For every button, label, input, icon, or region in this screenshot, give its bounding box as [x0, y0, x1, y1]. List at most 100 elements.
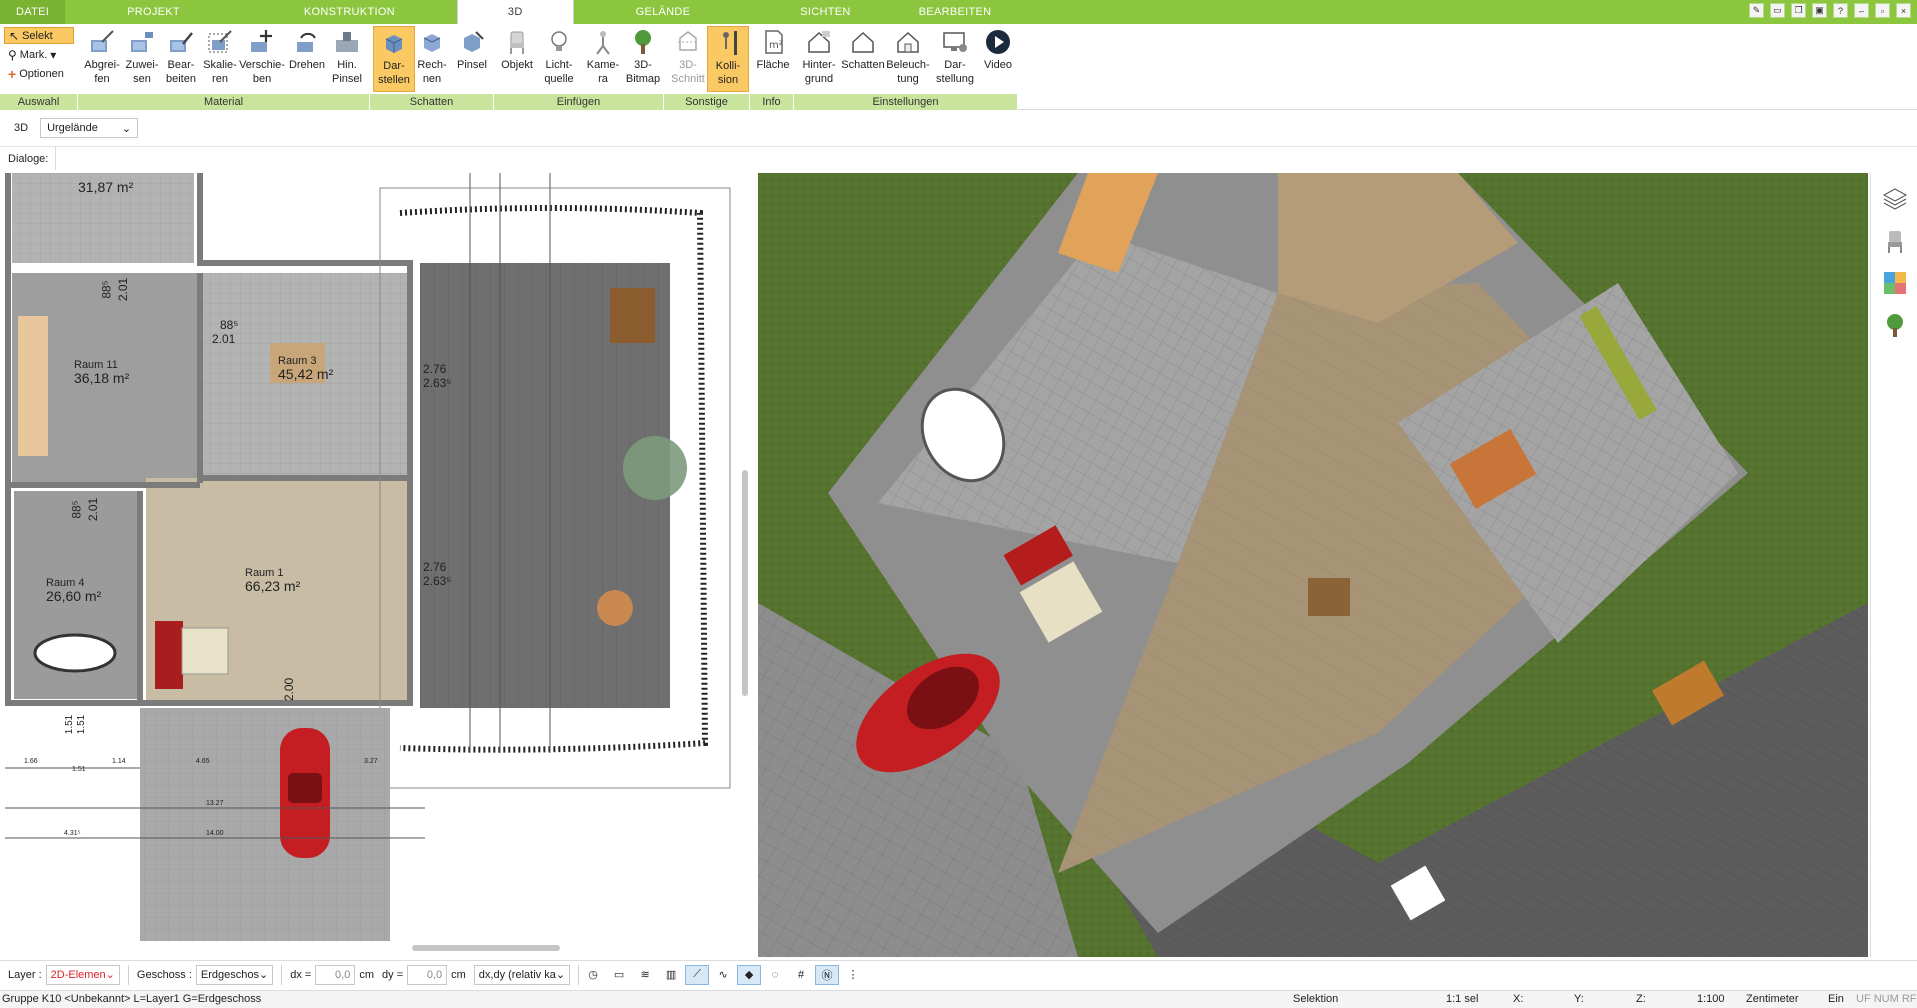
close-icon[interactable]: × — [1896, 3, 1911, 18]
status-z: Z: — [1636, 993, 1646, 1005]
clock-icon[interactable]: ◷ — [581, 965, 605, 985]
room-4-area: 26,60 m² — [46, 588, 102, 604]
dimension-label: 2.00 — [282, 677, 297, 702]
darstellen-label: Dar- stellen — [378, 60, 410, 86]
abgreifen-button[interactable]: Abgrei- fen — [81, 26, 123, 92]
status-selection: 1:1 sel — [1446, 993, 1479, 1005]
monitor-icon[interactable]: ▭ — [607, 965, 631, 985]
bitmap3d-button[interactable]: 3D- Bitmap — [622, 26, 664, 92]
dy-label: dy = — [382, 968, 404, 981]
bearbeiten-button[interactable]: Bear- beiten — [160, 26, 202, 92]
menu-tab-bearbeiten[interactable]: BEARBEITEN — [899, 0, 1012, 24]
chair-icon[interactable] — [1881, 227, 1909, 255]
cursor-icon: ↖ — [9, 28, 20, 43]
dx-input[interactable]: 0,0 — [315, 964, 356, 985]
pen-icon[interactable]: ✎ — [1749, 3, 1764, 18]
brush-cube-icon — [464, 31, 484, 52]
snap-plane-icon[interactable]: ◆ — [737, 964, 762, 985]
coordinate-mode-select[interactable]: dx,dy (relativ ka ⌄ — [473, 964, 571, 985]
plan-horizontal-scrollbar[interactable] — [412, 945, 560, 951]
menu-tab-datei[interactable]: DATEI — [0, 0, 66, 24]
restore-icon[interactable]: ❐ — [1791, 3, 1806, 18]
objekt-button[interactable]: Objekt — [496, 26, 538, 92]
mark-icon: ⚲ — [8, 47, 17, 62]
tree-icon — [635, 30, 651, 54]
dock-icon[interactable]: ▣ — [1812, 3, 1827, 18]
menu-tab-projekt[interactable]: PROJEKT — [65, 0, 242, 24]
dy-input[interactable]: 0,0 — [407, 964, 448, 985]
render-3d — [758, 173, 1868, 957]
terrain-value: Urgelände — [47, 122, 98, 134]
video-button[interactable]: Video — [977, 26, 1019, 92]
chevron-down-icon: ⌄ — [121, 122, 132, 135]
menu-tab-3d[interactable]: 3D — [456, 0, 574, 24]
grid-icon[interactable]: # — [789, 965, 813, 985]
verschieben-button[interactable]: Verschie- ben — [239, 26, 285, 92]
status-ein: Ein — [1828, 993, 1844, 1005]
view-3d[interactable] — [758, 173, 1868, 957]
ribbon: ↖ Selekt ⚲ Mark. ▾ + Optionen Abgrei- fe… — [0, 24, 1917, 110]
layers-toggle-icon[interactable]: ≋ — [633, 965, 657, 985]
north-icon[interactable]: Ⓝ — [815, 964, 840, 985]
snap-surface-icon[interactable]: ◌ — [763, 965, 787, 985]
select-tool[interactable]: ↖ Selekt — [4, 27, 74, 44]
house-shadow-icon — [852, 31, 874, 53]
beleuchtung-button[interactable]: Beleuch- tung — [886, 26, 930, 92]
hin-pinsel-button[interactable]: Hin. Pinsel — [326, 26, 368, 92]
dimension-label: 2.01 — [86, 497, 101, 522]
layer-value: 2D-Elemen — [50, 968, 106, 981]
render-cube-icon — [385, 35, 403, 53]
room-4-label: Raum 4 26,60 m² — [46, 577, 101, 603]
video-label: Video — [984, 59, 1012, 71]
window-icon[interactable]: ▭ — [1770, 3, 1785, 18]
flaeche-label: Fläche — [756, 59, 790, 71]
rechnen-button[interactable]: Rech- nen — [411, 26, 453, 92]
room-2-area: 31,87 m² — [78, 179, 134, 195]
menu-tab-sichten[interactable]: SICHTEN — [752, 0, 898, 24]
darstellung-button[interactable]: Dar- stellung — [934, 26, 976, 92]
layer-select[interactable]: 2D-Elemen ⌄ — [45, 964, 120, 985]
selection-tools: ↖ Selekt ⚲ Mark. ▾ + Optionen — [0, 24, 78, 94]
darstellung-label: Dar- stellung — [936, 59, 974, 85]
snap-curve-icon[interactable]: ∿ — [711, 965, 735, 985]
hintergrund-button[interactable]: Hinter- grund — [798, 26, 840, 92]
tree-icon[interactable] — [1881, 311, 1909, 339]
schnitt3d-button[interactable]: 3D- Schnitt — [667, 26, 709, 92]
driveway — [140, 708, 390, 941]
layers-icon[interactable] — [1881, 185, 1909, 213]
kamera-button[interactable]: Kame- ra — [582, 26, 624, 92]
more-icon[interactable]: ⋮ — [841, 965, 865, 985]
area-icon: m² — [765, 30, 783, 54]
calculate-cube-icon — [423, 34, 441, 52]
menu-tab-gelaende[interactable]: GELÄNDE — [574, 0, 753, 24]
drehen-button[interactable]: Drehen — [286, 26, 328, 92]
chevron-down-icon: ⌄ — [105, 969, 115, 981]
kollision-button[interactable]: Kolli- sion — [707, 26, 749, 92]
schatten-button[interactable]: Schatten — [841, 26, 885, 92]
pinsel-button[interactable]: Pinsel — [451, 26, 493, 92]
mark-tool[interactable]: ⚲ Mark. ▾ — [4, 46, 74, 63]
materials-icon[interactable] — [1881, 269, 1909, 297]
darstellen-button[interactable]: Dar- stellen — [373, 26, 415, 92]
flaeche-button[interactable]: m² Fläche — [752, 26, 794, 92]
room-2-label: 31,87 m² — [78, 179, 134, 195]
minimize-icon[interactable]: – — [1854, 3, 1869, 18]
snap-line-icon[interactable]: ⟋ — [685, 964, 710, 985]
zuweisen-button[interactable]: Zuwei- sen — [121, 26, 163, 92]
floor-plan-2d[interactable]: 31,87 m² Raum 11 36,18 m² Raum 3 45,42 m… — [0, 173, 740, 941]
schnitt3d-label: 3D- Schnitt — [671, 59, 705, 85]
menu-tab-konstruktion[interactable]: KONSTRUKTION — [242, 0, 457, 24]
plan-vertical-scrollbar[interactable] — [742, 470, 748, 696]
dialog-bar: Dialoge: — [0, 146, 1917, 170]
lichtquelle-button[interactable]: Licht- quelle — [538, 26, 580, 92]
maximize-icon[interactable]: ▫ — [1875, 3, 1890, 18]
coordinate-mode-value: dx,dy (relativ ka — [478, 968, 556, 981]
floor-select[interactable]: Erdgeschos ⌄ — [195, 964, 274, 985]
bucket-icon[interactable]: ▥ — [659, 965, 683, 985]
terrain-select[interactable]: Urgelände ⌄ — [40, 118, 139, 138]
skalieren-button[interactable]: Skalie- ren — [199, 26, 241, 92]
umbrella-2d — [623, 436, 687, 500]
help-icon[interactable]: ? — [1833, 3, 1848, 18]
options-tool[interactable]: + Optionen — [4, 65, 74, 82]
separator — [281, 964, 283, 985]
